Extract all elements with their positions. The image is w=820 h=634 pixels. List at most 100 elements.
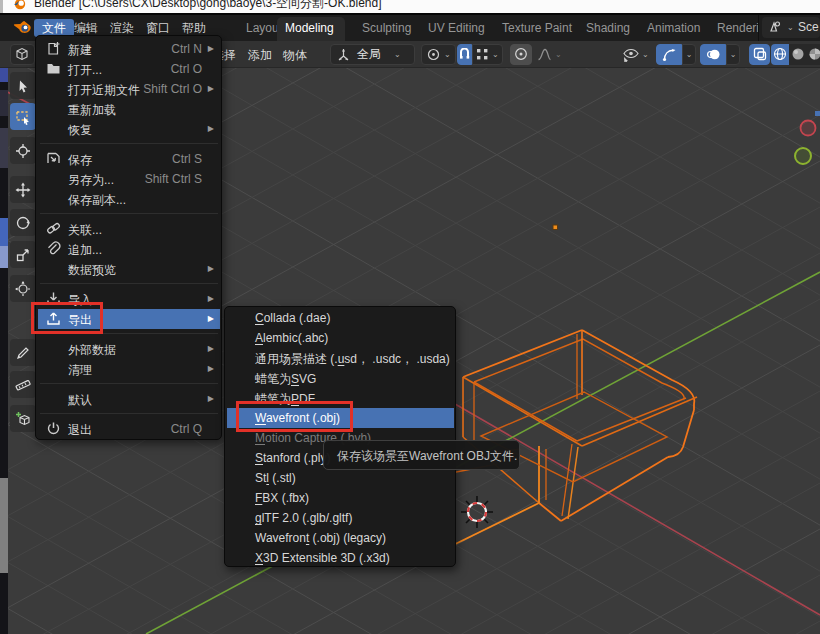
export-submenu-item-3[interactable]: 蜡笔为SVG [227, 368, 454, 388]
file-menu-item-7[interactable]: 另存为...Shift Ctrl S [38, 169, 220, 189]
annotate-tool[interactable] [10, 339, 36, 366]
file-menu-item-20[interactable]: 默认▶ [38, 389, 220, 409]
file-menu-item-2[interactable]: 打开近期文件Shift Ctrl O▶ [38, 79, 220, 99]
transform-tool-icon [15, 281, 31, 297]
gizmo-axis-x[interactable] [801, 121, 816, 136]
add-cube-tool[interactable] [10, 405, 36, 432]
overlays-icon [706, 47, 721, 62]
proportional-editing-toggle[interactable] [510, 44, 532, 65]
menu-separator [40, 213, 218, 214]
move-tool-icon [15, 182, 31, 198]
file-menu-item-12[interactable]: 数据预览▶ [38, 259, 220, 279]
file-menu-item-18[interactable]: 清理▶ [38, 359, 220, 379]
open-folder-icon [46, 61, 62, 77]
menu-add[interactable]: 添加 [248, 47, 272, 64]
workspace-tab-uv-editing[interactable]: UV Editing [428, 15, 485, 41]
file-menu-item-11[interactable]: 追加... [38, 239, 220, 259]
cursor-tool[interactable] [10, 137, 36, 164]
submenu-arrow-icon: ▶ [208, 124, 214, 133]
file-menu-item-10[interactable]: 关联... [38, 219, 220, 239]
xray-toggle[interactable] [749, 44, 770, 65]
export-submenu-item-2[interactable]: 通用场景描述 (.usd， .usdc， .usda) [227, 348, 454, 368]
link-icon [46, 221, 62, 237]
object-visibility-dropdown[interactable]: ⌄ [621, 44, 654, 65]
blender-app-icon[interactable] [13, 19, 32, 40]
workspace-tab-animation[interactable]: Animation [647, 15, 700, 41]
rotate-tool[interactable] [10, 209, 36, 236]
box-select-tool[interactable] [10, 103, 36, 130]
file-menu-item-0[interactable]: 新建Ctrl N▶ [38, 39, 220, 59]
transform-orientation-dropdown[interactable]: 全局 ⌄ [330, 44, 415, 65]
workspace-tab-modeling[interactable]: Modeling [285, 15, 334, 41]
export-submenu-item-11[interactable]: Wavefront (.obj) (legacy) [227, 528, 454, 548]
tooltip: 保存该场景至Wavefront OBJ文件. [323, 440, 520, 470]
file-menu-item-8[interactable]: 保存副本... [38, 189, 220, 209]
window-border [0, 13, 820, 15]
snap-toggle[interactable] [457, 44, 472, 65]
chevron-down-icon: ⌄ [489, 50, 502, 59]
export-submenu-item-12[interactable]: X3D Extensible 3D (.x3d) [227, 548, 454, 568]
snap-mode-dropdown[interactable]: ⌄ [472, 44, 503, 65]
window-titlebar: Blender [C:\Users\CX\Desktop\gong\baoye\… [0, 0, 820, 13]
chevron-down-icon: ⌄ [552, 50, 565, 59]
file-menu-item-1[interactable]: 打开...Ctrl O [38, 59, 220, 79]
file-menu-item-4[interactable]: 恢复▶ [38, 119, 220, 139]
chevron-down-icon: ⌄ [391, 50, 404, 59]
annotate-tool-icon [15, 345, 31, 361]
paperclip-icon [46, 241, 62, 257]
new-file-icon [46, 41, 62, 57]
magnet-icon [458, 48, 471, 61]
gizmos-toggle[interactable] [656, 44, 682, 65]
move-tool[interactable] [10, 176, 36, 203]
submenu-arrow-icon: ▶ [208, 84, 214, 93]
tweak-tool[interactable] [10, 72, 36, 99]
export-submenu: Collada (.dae)Alembic(.abc)通用场景描述 (.usd，… [224, 306, 456, 567]
editor-type-button[interactable] [10, 44, 35, 65]
file-menu-item-22[interactable]: 退出Ctrl Q [38, 419, 220, 439]
falloff-dropdown[interactable]: ⌄ [534, 44, 566, 65]
gizmos-dropdown[interactable]: ⌄ [682, 44, 696, 65]
file-menu-item-17[interactable]: 外部数据▶ [38, 339, 220, 359]
blender-logo-icon [13, 0, 27, 13]
gizmo-fragment [815, 111, 820, 116]
scale-tool[interactable] [10, 241, 36, 268]
pivot-point-dropdown[interactable]: ⌄ [421, 44, 456, 65]
submenu-arrow-icon: ▶ [208, 44, 214, 53]
workspace-tab-renderi[interactable]: Renderi [717, 15, 759, 41]
file-menu-item-3[interactable]: 重新加载 [38, 99, 220, 119]
file-menu: 新建Ctrl N▶打开...Ctrl O打开近期文件Shift Ctrl O▶重… [35, 35, 222, 440]
menu-separator [40, 143, 218, 144]
editor-3d-viewport-icon [14, 46, 30, 62]
workspace-tab-sculpting[interactable]: Sculpting [362, 15, 411, 41]
window-title: Blender [C:\Users\CX\Desktop\gong\baoye\… [34, 0, 381, 12]
eye-cursor-icon [622, 47, 639, 62]
scene-selector[interactable]: ⌄ Sce [762, 17, 820, 38]
transform-tool[interactable] [10, 275, 36, 302]
export-submenu-item-10[interactable]: glTF 2.0 (.glb/.gltf) [227, 508, 454, 528]
falloff-curve-icon [537, 47, 552, 62]
workspace-tab-shading[interactable]: Shading [586, 15, 630, 41]
shading-wireframe-button[interactable] [771, 44, 789, 65]
annotation-rect-wavefront [236, 401, 353, 432]
export-submenu-item-8[interactable]: Stl (.stl) [227, 468, 454, 488]
measure-tool[interactable] [10, 371, 36, 398]
origin-point [553, 225, 558, 230]
menu-object[interactable]: 物体 [283, 47, 307, 64]
workspace-tab-texture-paint[interactable]: Texture Paint [502, 15, 572, 41]
export-submenu-item-9[interactable]: FBX (.fbx) [227, 488, 454, 508]
add-cube-tool-icon [15, 411, 31, 427]
shading-material-button[interactable] [806, 44, 820, 65]
chevron-down-icon: ⌄ [784, 23, 797, 32]
pivot-icon [426, 47, 441, 62]
background-window-sliver [0, 68, 8, 634]
overlays-toggle[interactable] [700, 44, 726, 65]
shading-solid-button[interactable] [789, 44, 806, 65]
file-menu-item-6[interactable]: 保存Ctrl S [38, 149, 220, 169]
export-submenu-item-1[interactable]: Alembic(.abc) [227, 328, 454, 348]
chevron-down-icon: ⌄ [639, 50, 652, 59]
overlays-dropdown[interactable]: ⌄ [726, 44, 740, 65]
scene-icon [766, 19, 782, 39]
shading-mode-group [771, 44, 820, 65]
gizmo-axis-y[interactable] [795, 148, 811, 164]
export-submenu-item-0[interactable]: Collada (.dae) [227, 308, 454, 328]
